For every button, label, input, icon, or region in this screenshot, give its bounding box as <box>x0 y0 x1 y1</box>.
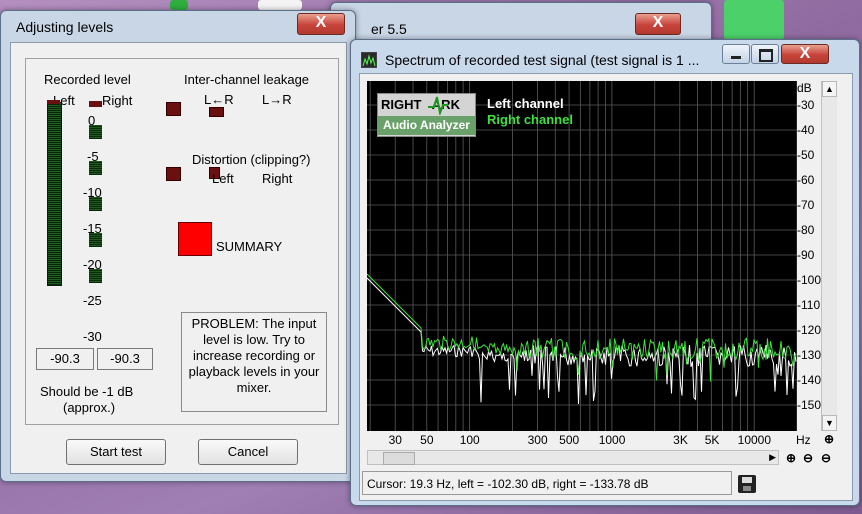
distortion-indicator-left <box>166 167 181 181</box>
scale-20: -20 <box>83 257 102 272</box>
db-tick-label: -140 <box>797 373 822 387</box>
scroll-up-button[interactable]: ▲ <box>822 81 837 97</box>
db-tick-label: -50 <box>797 148 815 162</box>
approx-label: (approx.) <box>63 400 116 415</box>
background-close-button[interactable]: X <box>635 13 681 35</box>
hz-tick-label: 3K <box>673 433 688 447</box>
hz-tick-label: 5K <box>704 433 720 447</box>
logo-top-text: RIGHT ARK <box>381 97 460 112</box>
cursor-status: Cursor: 19.3 Hz, left = -102.30 dB, righ… <box>362 471 732 495</box>
spectrum-close-button[interactable]: X <box>781 44 829 64</box>
distortion-right-label: Right <box>262 171 293 186</box>
left-level-meter <box>47 102 62 286</box>
minimize-icon <box>731 56 741 59</box>
scale-10: -10 <box>83 185 102 200</box>
minimize-button[interactable] <box>722 44 750 64</box>
db-tick-label: -130 <box>797 348 822 362</box>
horizontal-scroll-thumb[interactable] <box>383 452 415 465</box>
right-level-value: -90.3 <box>97 348 153 370</box>
left-level-value: -90.3 <box>36 348 94 370</box>
db-tick-label: -60 <box>797 173 815 187</box>
hz-unit-label: Hz <box>796 433 811 447</box>
db-tick-label: -100 <box>797 273 822 287</box>
db-tick-label: -150 <box>797 398 822 412</box>
zoom-in-vertical-icon[interactable]: ⊕ <box>822 432 836 446</box>
background-window[interactable]: er 5.5 X <box>330 2 712 44</box>
scroll-down-button[interactable]: ▼ <box>822 415 837 431</box>
spectrum-client: RIGHT ARK Audio Analyzer Left channel Ri… <box>359 73 853 501</box>
leakage-indicator-2 <box>209 107 224 117</box>
summary-indicator <box>178 222 212 256</box>
db-tick-label: -70 <box>797 198 815 212</box>
db-tick-label: -110 <box>797 298 821 312</box>
spectrum-plot: RIGHT ARK Audio Analyzer Left channel Ri… <box>367 81 797 431</box>
hz-tick-label: 100 <box>459 433 480 447</box>
distortion-title: Distortion (clipping?) <box>192 152 311 167</box>
desktop-icon-white[interactable] <box>258 0 302 10</box>
levels-panel: Recorded level Left Right 0 -5 -10 -15 -… <box>10 42 347 474</box>
horizontal-scrollbar[interactable]: ▶ <box>367 450 779 465</box>
maximize-button[interactable] <box>751 44 779 64</box>
scale-0: 0 <box>88 113 96 128</box>
summary-label: SUMMARY <box>216 239 283 254</box>
desktop-icon-circuit[interactable] <box>724 0 784 40</box>
background-window-title: er 5.5 <box>371 21 407 37</box>
scale-25: -25 <box>83 293 102 308</box>
left-meter-peak <box>47 100 60 104</box>
leakage-title: Inter-channel leakage <box>184 72 310 87</box>
spectrum-title: Spectrum of recorded test signal (test s… <box>385 52 700 68</box>
desktop-icon-green[interactable] <box>170 0 188 10</box>
hz-tick-label: 300 <box>527 433 548 447</box>
db-tick-label: -120 <box>797 323 822 337</box>
scale-30: -30 <box>83 329 102 344</box>
window-title: Adjusting levels <box>16 19 114 35</box>
zoom-out-vertical-icon[interactable]: ⊖ <box>819 451 833 465</box>
maximize-icon <box>759 49 773 62</box>
cancel-button[interactable]: Cancel <box>198 439 298 465</box>
leakage-lr-label: L←R <box>204 92 234 107</box>
scroll-right-icon[interactable]: ▶ <box>769 451 776 464</box>
hz-tick-label: 1000 <box>598 433 626 447</box>
scale-15: -15 <box>83 221 102 236</box>
rightmark-logo: RIGHT ARK Audio Analyzer <box>377 93 476 137</box>
db-tick-label: -40 <box>797 123 815 137</box>
logo-pulse-icon <box>428 96 448 115</box>
close-button[interactable]: X <box>297 13 345 35</box>
zoom-out-icon[interactable]: ⊖ <box>801 451 815 465</box>
legend-left-channel: Left channel <box>487 96 564 111</box>
db-tick-label: -80 <box>797 223 815 237</box>
distortion-left-label: Left <box>212 171 234 186</box>
vertical-scrollbar[interactable]: ▲ ▼ <box>821 81 837 431</box>
db-unit-label: dB <box>797 81 812 95</box>
hz-tick-label: 30 <box>388 433 402 447</box>
zoom-in-icon[interactable]: ⊕ <box>784 451 798 465</box>
right-channel-trace <box>367 273 797 382</box>
recorded-level-label: Recorded level <box>44 72 131 87</box>
save-icon[interactable] <box>738 475 756 493</box>
hz-tick-label: 500 <box>559 433 580 447</box>
should-be-label: Should be -1 dB <box>40 384 134 399</box>
scale-5: -5 <box>87 149 99 164</box>
spectrum-app-icon <box>361 52 377 68</box>
db-tick-label: -30 <box>797 98 815 112</box>
leakage-rl-label: L→R <box>262 92 292 107</box>
hz-tick-label: 10000 <box>737 433 772 447</box>
db-tick-label: -90 <box>797 248 815 262</box>
problem-message: PROBLEM: The input level is low. Try to … <box>181 312 327 412</box>
right-meter-label: Right <box>102 93 133 108</box>
start-test-button[interactable]: Start test <box>66 439 166 465</box>
spectrum-window: Spectrum of recorded test signal (test s… <box>350 39 860 506</box>
logo-bottom-text: Audio Analyzer <box>378 116 475 135</box>
legend-right-channel: Right channel <box>487 112 573 127</box>
hz-tick-label: 50 <box>420 433 434 447</box>
leakage-indicator-1 <box>166 102 181 116</box>
adjusting-levels-window: Adjusting levels X Recorded level Left R… <box>0 10 356 482</box>
